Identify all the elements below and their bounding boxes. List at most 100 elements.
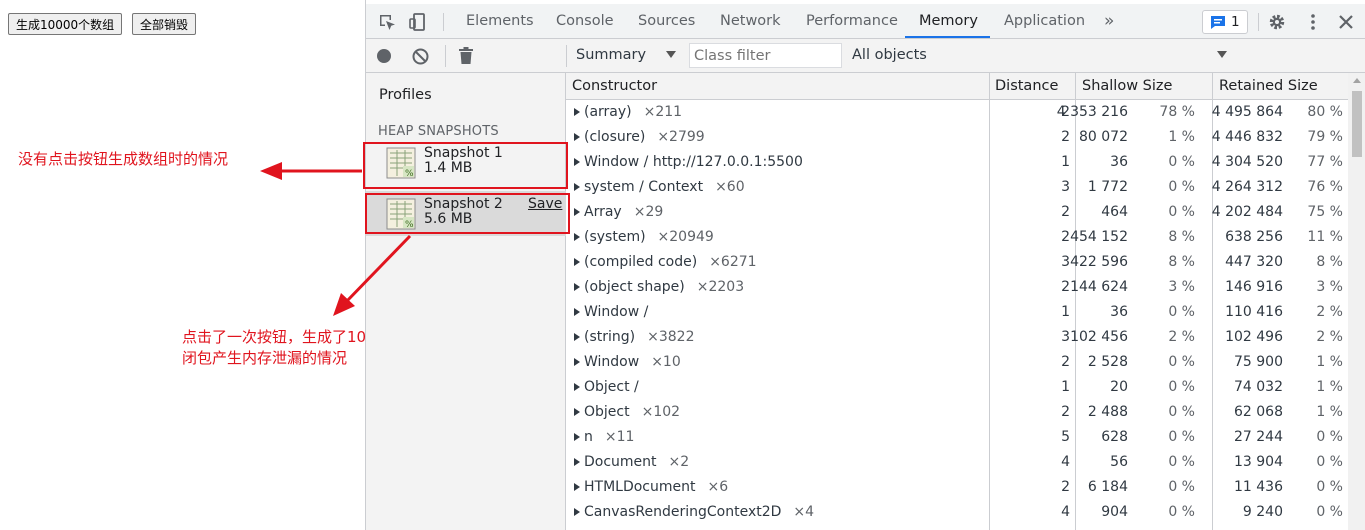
distance-value: 3 [1061, 254, 1070, 270]
table-row[interactable]: (string) ×3822 3 102 456 2 % 102 496 2 % [566, 325, 1348, 350]
retained-size-value: 74 032 [1234, 379, 1283, 395]
table-row[interactable]: CanvasRenderingContext2D ×4 4 904 0 % 9 240 0 … [566, 500, 1348, 525]
expand-triangle-icon[interactable] [574, 258, 580, 266]
highlight-snapshot-2 [365, 193, 570, 234]
expand-triangle-icon[interactable] [574, 358, 580, 366]
shallow-size-percent: 0 % [1168, 179, 1195, 195]
constructor-label: CanvasRenderingContext2D [584, 504, 782, 520]
expand-triangle-icon[interactable] [574, 483, 580, 491]
settings-gear-icon[interactable] [1267, 12, 1287, 32]
expand-triangle-icon[interactable] [574, 208, 580, 216]
objects-select[interactable]: All objects [852, 47, 927, 63]
shallow-size-value: 2 488 [1087, 404, 1128, 420]
instance-count: ×20949 [657, 229, 714, 245]
more-tabs-icon[interactable]: » [1104, 4, 1114, 38]
column-shallow-size[interactable]: Shallow Size [1082, 78, 1172, 94]
tab-performance[interactable]: Performance [806, 4, 898, 38]
table-row[interactable]: Window / 1 36 0 % 110 416 2 % [566, 300, 1348, 325]
table-row[interactable]: HTMLDocument ×6 2 6 184 0 % 11 436 0 % [566, 475, 1348, 500]
retained-size-value: 75 900 [1234, 354, 1283, 370]
issues-badge[interactable]: 1 [1202, 10, 1248, 34]
shallow-size-percent: 0 % [1168, 479, 1195, 495]
constructor-name: Object / [584, 379, 651, 395]
device-toolbar-icon[interactable] [408, 12, 428, 32]
toolbar-divider [566, 45, 567, 67]
retained-size-percent: 80 % [1307, 104, 1343, 120]
table-row[interactable]: Window ×10 2 2 528 0 % 75 900 1 % [566, 350, 1348, 375]
table-row[interactable]: (object shape) ×2203 2 144 624 3 % 146 916 3 % [566, 275, 1348, 300]
tab-network[interactable]: Network [720, 4, 781, 38]
class-filter-input[interactable] [689, 43, 842, 68]
tab-elements[interactable]: Elements [466, 4, 534, 38]
table-row[interactable]: Window / http://127.0.0.1:5500 1 36 0 % 4 30… [566, 150, 1348, 175]
retained-size-value: 102 496 [1225, 329, 1283, 345]
expand-triangle-icon[interactable] [574, 108, 580, 116]
table-row[interactable]: (system) ×20949 2 454 152 8 % 638 256 11 % [566, 225, 1348, 250]
data-grid-header: Constructor Distance Shallow Size Retain… [566, 73, 1348, 100]
expand-triangle-icon[interactable] [574, 183, 580, 191]
column-distance[interactable]: Distance [995, 78, 1058, 94]
destroy-all-button[interactable]: 全部销毁 [132, 13, 197, 35]
expand-triangle-icon[interactable] [574, 133, 580, 141]
active-tab-indicator [905, 36, 990, 38]
constructor-name: Object ×102 [584, 404, 680, 420]
expand-triangle-icon[interactable] [574, 408, 580, 416]
table-row[interactable]: Document ×2 4 56 0 % 13 904 0 % [566, 450, 1348, 475]
retained-size-percent: 0 % [1316, 429, 1343, 445]
scroll-thumb[interactable] [1352, 91, 1362, 157]
instance-count: ×29 [633, 204, 664, 220]
scroll-up-icon[interactable] [1353, 78, 1361, 83]
expand-triangle-icon[interactable] [574, 458, 580, 466]
tab-application[interactable]: Application [1004, 4, 1085, 38]
shallow-size-value: 422 596 [1070, 254, 1128, 270]
table-row[interactable]: Array ×29 2 464 0 % 4 202 484 75 % [566, 200, 1348, 225]
expand-triangle-icon[interactable] [574, 383, 580, 391]
expand-triangle-icon[interactable] [574, 508, 580, 516]
table-row[interactable]: Object / 1 20 0 % 74 032 1 % [566, 375, 1348, 400]
shallow-size-value: 4 353 216 [1056, 104, 1128, 120]
instance-count: ×11 [604, 429, 635, 445]
expand-triangle-icon[interactable] [574, 308, 580, 316]
objects-select-dropdown-icon[interactable] [1217, 51, 1227, 58]
kebab-menu-icon[interactable] [1303, 12, 1323, 32]
instance-count: ×10 [651, 354, 681, 370]
retained-size-value: 9 240 [1242, 504, 1283, 520]
constructor-name: system / Context ×60 [584, 179, 745, 195]
table-row[interactable]: n ×11 5 628 0 % 27 244 0 % [566, 425, 1348, 450]
distance-value: 2 [1061, 204, 1070, 220]
retained-size-value: 4 202 484 [1211, 204, 1283, 220]
expand-triangle-icon[interactable] [574, 283, 580, 291]
retained-size-percent: 0 % [1316, 479, 1343, 495]
distance-value: 2 [1061, 404, 1070, 420]
clear-icon[interactable] [412, 48, 429, 65]
tab-sources[interactable]: Sources [638, 4, 695, 38]
table-row[interactable]: (closure) ×2799 2 80 072 1 % 4 446 832 79 % [566, 125, 1348, 150]
column-retained-size[interactable]: Retained Size [1219, 78, 1318, 94]
expand-triangle-icon[interactable] [574, 333, 580, 341]
retained-size-value: 4 446 832 [1211, 129, 1283, 145]
expand-triangle-icon[interactable] [574, 433, 580, 441]
expand-triangle-icon[interactable] [574, 233, 580, 241]
column-constructor[interactable]: Constructor [572, 78, 657, 94]
table-row[interactable]: (array) ×211 2 4 353 216 78 % 4 495 864 80 % [566, 100, 1348, 125]
view-select[interactable]: Summary [576, 47, 646, 63]
table-row[interactable]: Object ×102 2 2 488 0 % 62 068 1 % [566, 400, 1348, 425]
view-select-dropdown-icon[interactable] [666, 51, 676, 58]
tab-console[interactable]: Console [556, 4, 614, 38]
trash-icon[interactable] [459, 47, 473, 64]
constructor-name: Window / http://127.0.0.1:5500 [584, 154, 815, 170]
expand-triangle-icon[interactable] [574, 158, 580, 166]
message-icon [1211, 16, 1225, 29]
shallow-size-percent: 8 % [1168, 254, 1195, 270]
table-row[interactable]: (compiled code) ×6271 3 422 596 8 % 447 320 8 … [566, 250, 1348, 275]
table-row[interactable]: system / Context ×60 3 1 772 0 % 4 264 312 76 … [566, 175, 1348, 200]
close-icon[interactable] [1336, 12, 1356, 32]
record-icon[interactable] [376, 48, 392, 64]
constructor-name: Window / [584, 304, 660, 320]
grid-scrollbar[interactable] [1348, 73, 1365, 530]
inspect-element-icon[interactable] [377, 12, 397, 32]
tab-memory[interactable]: Memory [919, 4, 978, 38]
toolbar-divider [445, 45, 446, 67]
generate-arrays-button[interactable]: 生成10000个数组 [8, 13, 123, 35]
retained-size-value: 638 256 [1225, 229, 1283, 245]
